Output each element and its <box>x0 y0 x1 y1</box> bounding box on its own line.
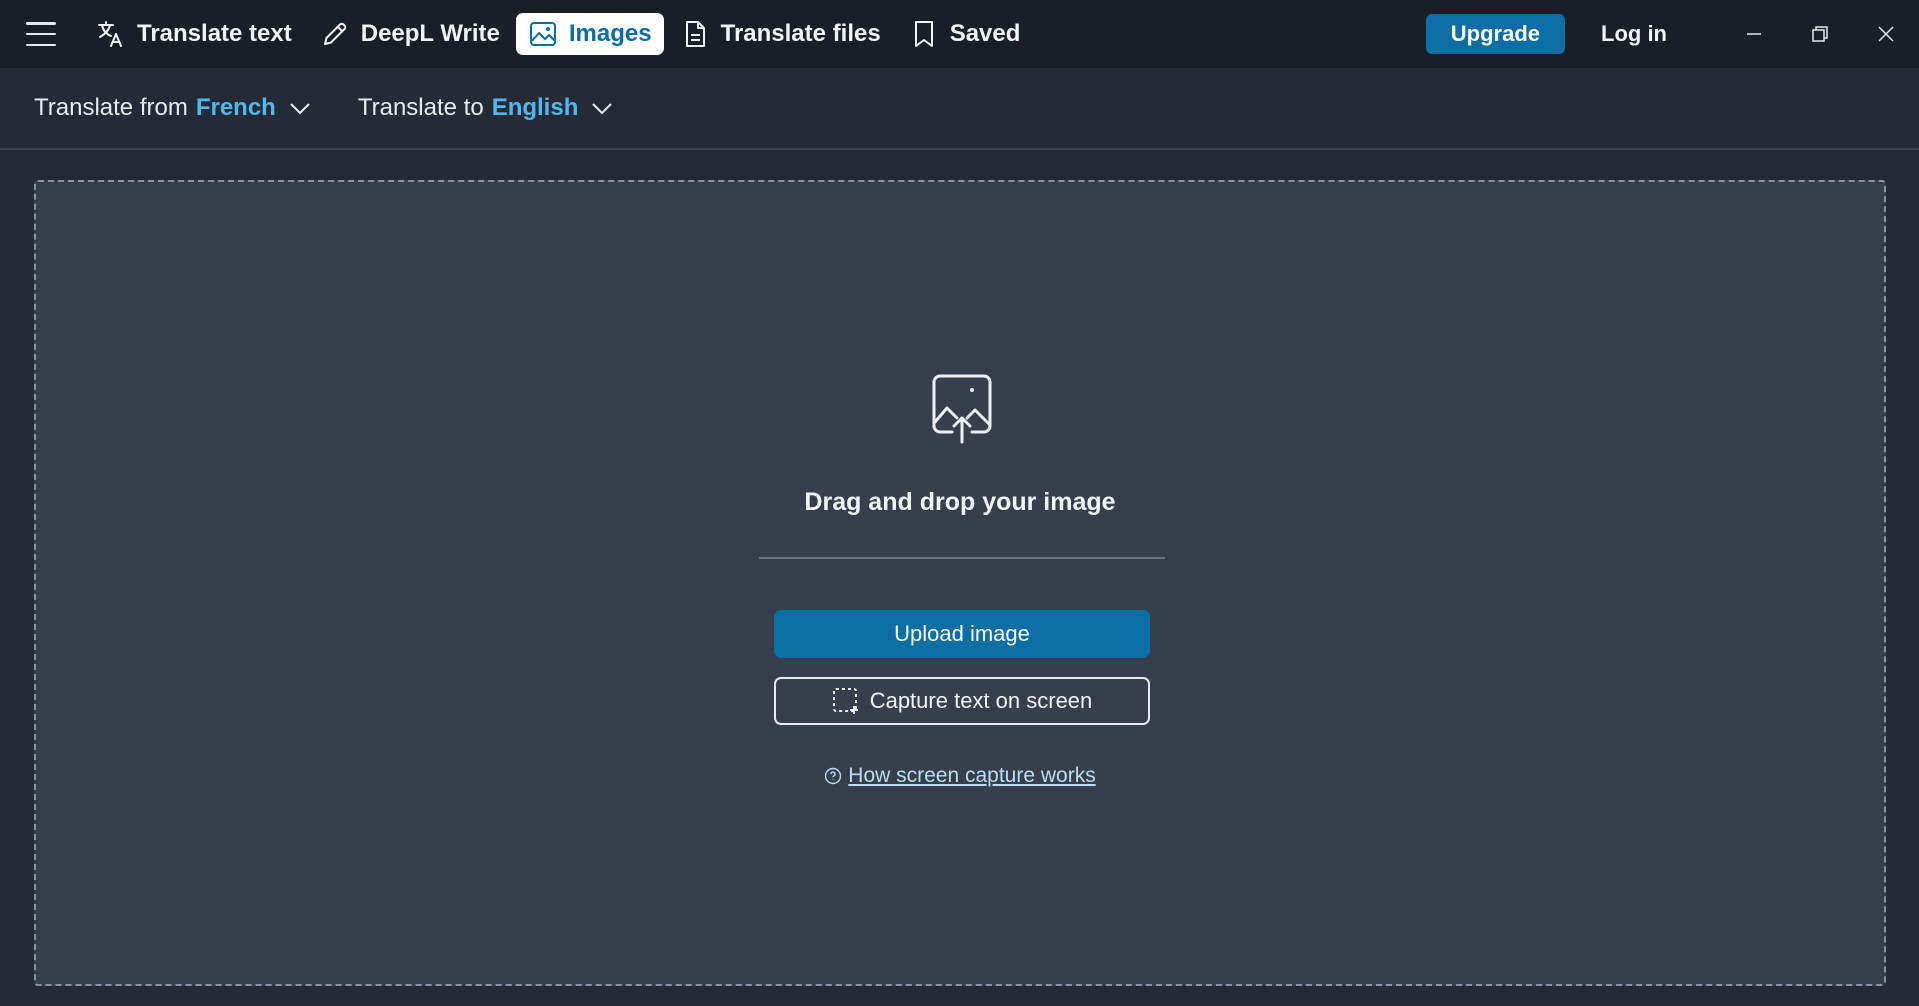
tab-label: DeepL Write <box>360 20 500 47</box>
image-icon <box>529 22 556 46</box>
restore-button[interactable] <box>1787 0 1853 68</box>
tab-label: Saved <box>949 20 1021 47</box>
file-icon <box>685 21 705 47</box>
tab-translate-files[interactable]: Translate files <box>668 13 893 55</box>
divider <box>759 557 1165 559</box>
tab-label: Translate text <box>137 20 292 47</box>
chevron-down-icon <box>290 103 310 115</box>
capture-text-label: Capture text on screen <box>869 688 1093 713</box>
source-language-value: French <box>195 94 276 121</box>
tab-images[interactable]: Images <box>515 13 664 55</box>
close-icon <box>1878 26 1894 42</box>
screen-capture-icon <box>832 688 858 714</box>
target-language-label: Translate to <box>357 94 484 121</box>
chevron-down-icon <box>592 103 613 115</box>
help-row: How screen capture works <box>36 764 1884 788</box>
minimize-button[interactable] <box>1721 0 1787 68</box>
pencil-icon <box>323 22 346 45</box>
title-bar: Translate text DeepL Write Images Transl… <box>0 0 1919 68</box>
bookmark-icon <box>914 21 933 47</box>
tab-translate-text[interactable]: Translate text <box>84 13 304 55</box>
language-bar: Translate from French Translate to Engli… <box>0 68 1919 150</box>
tab-label: Translate files <box>720 20 881 47</box>
tab-label: Images <box>568 20 652 47</box>
hamburger-menu-icon[interactable] <box>26 22 56 46</box>
capture-text-button[interactable]: Capture text on screen <box>774 677 1150 725</box>
translate-icon <box>98 21 122 47</box>
restore-icon <box>1812 26 1828 42</box>
minimize-icon <box>1747 33 1761 35</box>
dropzone-title: Drag and drop your image <box>804 488 1116 516</box>
target-language-select[interactable]: Translate to English <box>358 94 615 122</box>
tab-deepl-write[interactable]: DeepL Write <box>308 13 512 55</box>
source-language-select[interactable]: Translate from French <box>34 94 312 122</box>
image-upload-icon <box>932 374 992 444</box>
upload-image-button[interactable]: Upload image <box>774 610 1150 658</box>
upgrade-button[interactable]: Upgrade <box>1425 14 1566 54</box>
login-button[interactable]: Log in <box>1601 21 1667 47</box>
help-icon <box>825 767 842 785</box>
tab-saved[interactable]: Saved <box>897 13 1033 55</box>
image-dropzone[interactable]: Drag and drop your image Upload image Ca… <box>34 180 1886 986</box>
source-language-label: Translate from <box>34 94 188 121</box>
screen-capture-help-link[interactable]: How screen capture works <box>848 764 1095 788</box>
close-button[interactable] <box>1853 0 1919 68</box>
target-language-value: English <box>491 94 579 121</box>
